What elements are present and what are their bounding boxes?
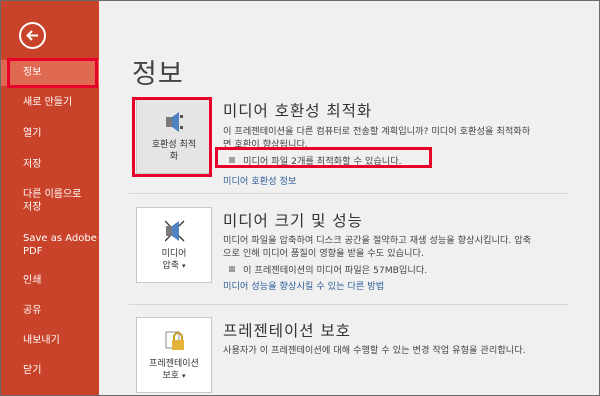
divider — [129, 304, 569, 305]
tile-label-text: 보호 — [162, 371, 180, 381]
sidebar-item-save-as[interactable]: 다른 이름으로 저장 — [1, 188, 99, 214]
description-line: 사용자가 이 프레젠테이션에 대해 수행할 수 있는 변경 작업 유형을 관리합… — [223, 345, 526, 356]
tile-label: 보호 ▾ — [137, 370, 211, 382]
section-title: 프레젠테이션 보호 — [223, 322, 352, 340]
sidebar-item-new[interactable]: 새로 만들기 — [1, 96, 99, 109]
tile-label-text: 압축 — [162, 261, 180, 271]
divider — [129, 193, 569, 194]
section-description: 이 프레젠테이션을 다른 컴퓨터로 전송할 계획입니까? 미디어 호환성을 최적… — [223, 125, 568, 151]
bullet-text: 이 프레젠테이션의 미디어 파일은 57MB입니다. — [243, 265, 428, 276]
chevron-down-icon: ▾ — [181, 262, 186, 270]
sidebar-item-label: 인쇄 — [23, 275, 42, 286]
sidebar-item-label: PDF — [23, 246, 43, 257]
bullet-square-icon — [229, 157, 235, 163]
status-bullet: 이 프레젠테이션의 미디어 파일은 57MB입니다. — [229, 262, 427, 276]
backstage-sidebar: 정보 새로 만들기 열기 저장 다른 이름으로 저장 Save as Adobe… — [1, 1, 99, 395]
bullet-text: 미디어 파일 2개를 최적화할 수 있습니다. — [243, 156, 402, 167]
sidebar-item-close[interactable]: 닫기 — [1, 364, 99, 377]
sidebar-item-open[interactable]: 열기 — [1, 127, 99, 140]
backstage-main: 정보 호환성 최적 화 미디어 호환성 최적화 이 프레젠테이션을 다른 컴퓨터… — [99, 1, 599, 395]
sidebar-item-label: 새로 만들기 — [23, 97, 73, 108]
lock-icon — [165, 331, 184, 350]
optimize-compatibility-button[interactable]: 호환성 최적 화 — [136, 98, 212, 174]
sidebar-item-label: Save as Adobe — [23, 233, 97, 244]
section-description: 미디어 파일을 압축하여 디스크 공간을 절약하고 재생 성능을 향상시킵니다.… — [223, 234, 568, 260]
section-title: 미디어 크기 및 성능 — [223, 212, 363, 230]
sidebar-item-export[interactable]: 내보내기 — [1, 334, 99, 347]
chevron-down-icon: ▾ — [181, 372, 186, 380]
description-line: 으로 인해 미디어 품질이 영향을 받을 수도 있습니다. — [223, 248, 424, 259]
sidebar-item-label: 정보 — [23, 67, 42, 78]
sidebar-item-label: 공유 — [23, 305, 42, 316]
section-title: 미디어 호환성 최적화 — [223, 102, 373, 120]
compress-media-icon — [165, 220, 185, 242]
powerpoint-backstage-window: 정보 새로 만들기 열기 저장 다른 이름으로 저장 Save as Adobe… — [0, 0, 600, 396]
sidebar-item-print[interactable]: 인쇄 — [1, 274, 99, 287]
sidebar-item-label: 내보내기 — [23, 335, 60, 346]
sidebar-item-share[interactable]: 공유 — [1, 304, 99, 317]
description-line: 면 호환이 향상됩니다. — [223, 139, 308, 150]
section-description: 사용자가 이 프레젠테이션에 대해 수행할 수 있는 변경 작업 유형을 관리합… — [223, 344, 568, 357]
arrow-left-icon — [26, 30, 38, 41]
bullet-square-icon — [229, 266, 235, 272]
sidebar-item-label: 다른 이름으로 — [23, 189, 82, 200]
tile-label: 미디어 — [161, 249, 187, 259]
sidebar-item-label: 저장 — [23, 202, 42, 213]
sidebar-item-info[interactable]: 정보 — [1, 60, 99, 86]
sidebar-item-label: 닫기 — [23, 365, 42, 376]
compress-media-button[interactable]: 미디어 압축 ▾ — [136, 207, 212, 283]
sidebar-item-label: 열기 — [23, 128, 42, 139]
sidebar-item-save[interactable]: 저장 — [1, 158, 99, 171]
sidebar-item-label: 저장 — [23, 159, 42, 170]
page-title: 정보 — [132, 59, 184, 90]
media-performance-link[interactable]: 미디어 성능을 향상시킬 수 있는 다른 방법 — [223, 278, 384, 292]
media-compatibility-info-link[interactable]: 미디어 호환성 정보 — [223, 173, 296, 187]
tile-label: 프레젠테이션 — [149, 359, 199, 369]
description-line: 미디어 파일을 압축하여 디스크 공간을 절약하고 재생 성능을 향상시킵니다.… — [223, 235, 532, 246]
status-bullet: 미디어 파일 2개를 최적화할 수 있습니다. — [229, 153, 402, 167]
sidebar-item-save-as-adobe-pdf[interactable]: Save as Adobe PDF — [1, 232, 99, 258]
tile-label: 압축 ▾ — [137, 260, 211, 272]
description-line: 이 프레젠테이션을 다른 컴퓨터로 전송할 계획입니까? 미디어 호환성을 최적… — [223, 126, 531, 137]
protect-presentation-button[interactable]: 프레젠테이션 보호 ▾ — [136, 317, 212, 393]
back-button[interactable] — [19, 22, 46, 49]
tile-label: 호환성 최적 — [151, 140, 197, 150]
media-optimize-icon — [166, 112, 183, 132]
tile-label: 화 — [169, 152, 179, 162]
